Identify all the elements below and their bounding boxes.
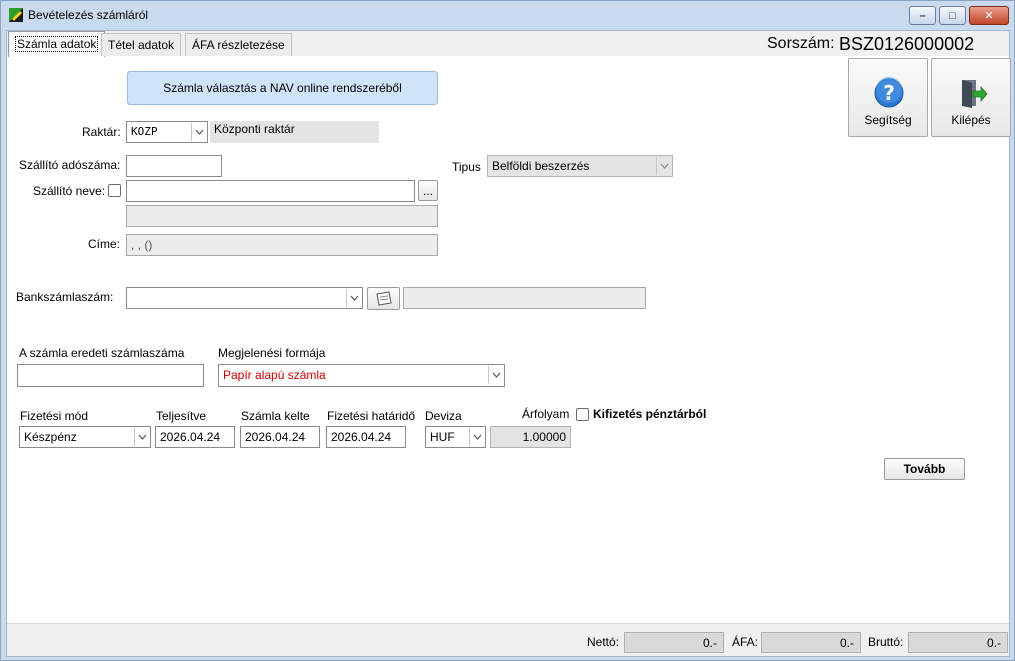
- close-icon: ✕: [984, 10, 994, 22]
- exit-button[interactable]: Kilépés: [931, 58, 1011, 137]
- exit-label: Kilépés: [951, 113, 991, 127]
- netto-field: 0.-: [624, 632, 724, 653]
- afa-field: 0.-: [761, 632, 861, 653]
- afa-value: 0.-: [839, 636, 854, 650]
- chevron-down-icon[interactable]: [134, 428, 149, 446]
- tovabb-button[interactable]: Tovább: [884, 458, 965, 480]
- tipus-select[interactable]: Belföldi beszerzés: [487, 155, 673, 177]
- szamla-kelte-input[interactable]: 2026.04.24: [240, 426, 320, 448]
- chevron-down-icon[interactable]: [488, 366, 503, 384]
- szamla-kelte-value: 2026.04.24: [245, 430, 306, 444]
- bankszamla-extra-field: [403, 287, 646, 309]
- fizetesi-hatarido-input[interactable]: 2026.04.24: [326, 426, 406, 448]
- szallito-adoszama-label: Szállító adószáma:: [19, 158, 121, 172]
- tovabb-button-label: Tovább: [903, 462, 946, 476]
- kifizetes-penztarbol-label: Kifizetés pénztárból: [593, 407, 707, 421]
- raktar-code-select[interactable]: KOZP: [126, 121, 208, 143]
- bankszamla-label: Bankszámlaszám:: [16, 290, 114, 304]
- raktar-name-value: Központi raktár: [214, 122, 295, 136]
- bankszamla-edit-button[interactable]: [367, 287, 400, 310]
- megjelenesi-forma-select[interactable]: Papír alapú számla: [218, 364, 505, 387]
- raktar-name-field: Központi raktár: [210, 121, 379, 143]
- app-icon: [9, 8, 23, 22]
- notepad-icon: [375, 291, 392, 306]
- chevron-down-icon[interactable]: [346, 289, 361, 307]
- szallito-extra-field: [126, 205, 438, 227]
- fizetesi-mod-value: Készpénz: [24, 430, 77, 444]
- sorszam-value: BSZ0126000002: [839, 34, 975, 54]
- tab-szamla-adatok[interactable]: Számla adatok: [8, 31, 106, 57]
- browse-button-label: ...: [422, 183, 433, 198]
- fizetesi-mod-label: Fizetési mód: [20, 409, 89, 423]
- teljesitve-input[interactable]: 2026.04.24: [155, 426, 235, 448]
- exit-door-icon: [962, 80, 988, 108]
- arfolyam-value: 1.00000: [522, 430, 566, 444]
- netto-label: Nettó:: [587, 635, 620, 649]
- app-window: Bevételezés számláról – □ ✕ Számla adato…: [0, 0, 1015, 661]
- szamla-kelte-label: Számla kelte: [241, 409, 310, 423]
- deviza-select[interactable]: HUF: [425, 426, 486, 448]
- tab-tetel-adatok[interactable]: Tétel adatok: [101, 33, 182, 56]
- szallito-adoszama-input[interactable]: [126, 155, 222, 177]
- brutto-field: 0.-: [908, 632, 1008, 653]
- szallito-neve-label: Szállító neve:: [33, 184, 106, 198]
- tab-label: ÁFA részletezése: [192, 38, 285, 52]
- tab-afa-reszletezese[interactable]: ÁFA részletezése: [185, 33, 292, 56]
- help-button[interactable]: ? Segítség: [848, 58, 928, 137]
- netto-value: 0.-: [702, 636, 717, 650]
- help-icon: ?: [874, 77, 904, 108]
- client-area: Számla adatok Tétel adatok ÁFA részletez…: [6, 30, 1011, 657]
- arfolyam-field: 1.00000: [490, 426, 571, 448]
- maximize-button[interactable]: □: [939, 6, 966, 25]
- fizetesi-hatarido-value: 2026.04.24: [331, 430, 392, 444]
- fizetesi-hatarido-label: Fizetési határidő: [327, 409, 416, 423]
- deviza-value: HUF: [430, 430, 455, 444]
- minimize-icon: –: [919, 9, 926, 22]
- close-button[interactable]: ✕: [969, 6, 1009, 25]
- sorszam-label: Sorszám:: [767, 35, 835, 52]
- browse-button[interactable]: ...: [418, 180, 438, 201]
- kifizetes-penztarbol-checkbox[interactable]: [576, 408, 589, 421]
- chevron-down-icon[interactable]: [469, 428, 484, 446]
- deviza-label: Deviza: [425, 409, 462, 423]
- afa-label: ÁFA:: [732, 635, 759, 649]
- tab-label: Számla adatok: [15, 36, 99, 52]
- brutto-label: Bruttó:: [868, 635, 904, 649]
- nav-online-button[interactable]: Számla választás a NAV online rendszeréb…: [127, 71, 438, 105]
- totals-bar: Nettó: 0.- ÁFA: 0.- Bruttó: 0.-: [7, 623, 1009, 656]
- teljesitve-label: Teljesítve: [156, 409, 207, 423]
- help-label: Segítség: [864, 113, 912, 127]
- maximize-icon: □: [949, 9, 956, 22]
- raktar-code-value: KOZP: [131, 125, 158, 138]
- raktar-label: Raktár:: [82, 125, 121, 139]
- arfolyam-label: Árfolyam: [522, 407, 570, 421]
- teljesitve-value: 2026.04.24: [160, 430, 221, 444]
- eredeti-szamlaszam-input[interactable]: [17, 364, 204, 387]
- cime-value: , , (): [131, 238, 153, 252]
- megjelenesi-forma-label: Megjelenési formája: [218, 346, 326, 360]
- chevron-down-icon[interactable]: [191, 123, 206, 141]
- cime-field: , , (): [126, 234, 438, 256]
- tipus-label: Tipus: [452, 160, 481, 174]
- megjelenesi-forma-value: Papír alapú számla: [223, 368, 326, 382]
- cime-label: Címe:: [88, 237, 121, 251]
- fizetesi-mod-select[interactable]: Készpénz: [19, 426, 151, 448]
- chevron-down-icon[interactable]: [656, 157, 671, 175]
- bankszamla-select[interactable]: [126, 287, 363, 309]
- szallito-neve-input[interactable]: [126, 180, 415, 202]
- tab-label: Tétel adatok: [108, 38, 175, 52]
- title-bar[interactable]: Bevételezés számláról – □ ✕: [1, 1, 1014, 29]
- szallito-neve-checkbox[interactable]: [108, 184, 121, 197]
- eredeti-szamlaszam-label: A számla eredeti számlaszáma: [19, 346, 185, 360]
- tipus-value: Belföldi beszerzés: [492, 159, 590, 173]
- window-title: Bevételezés számláról: [28, 8, 149, 22]
- minimize-button[interactable]: –: [909, 6, 936, 25]
- svg-text:?: ?: [883, 81, 895, 105]
- tab-strip: Számla adatok Tétel adatok ÁFA részletez…: [7, 31, 1009, 57]
- brutto-value: 0.-: [986, 636, 1001, 650]
